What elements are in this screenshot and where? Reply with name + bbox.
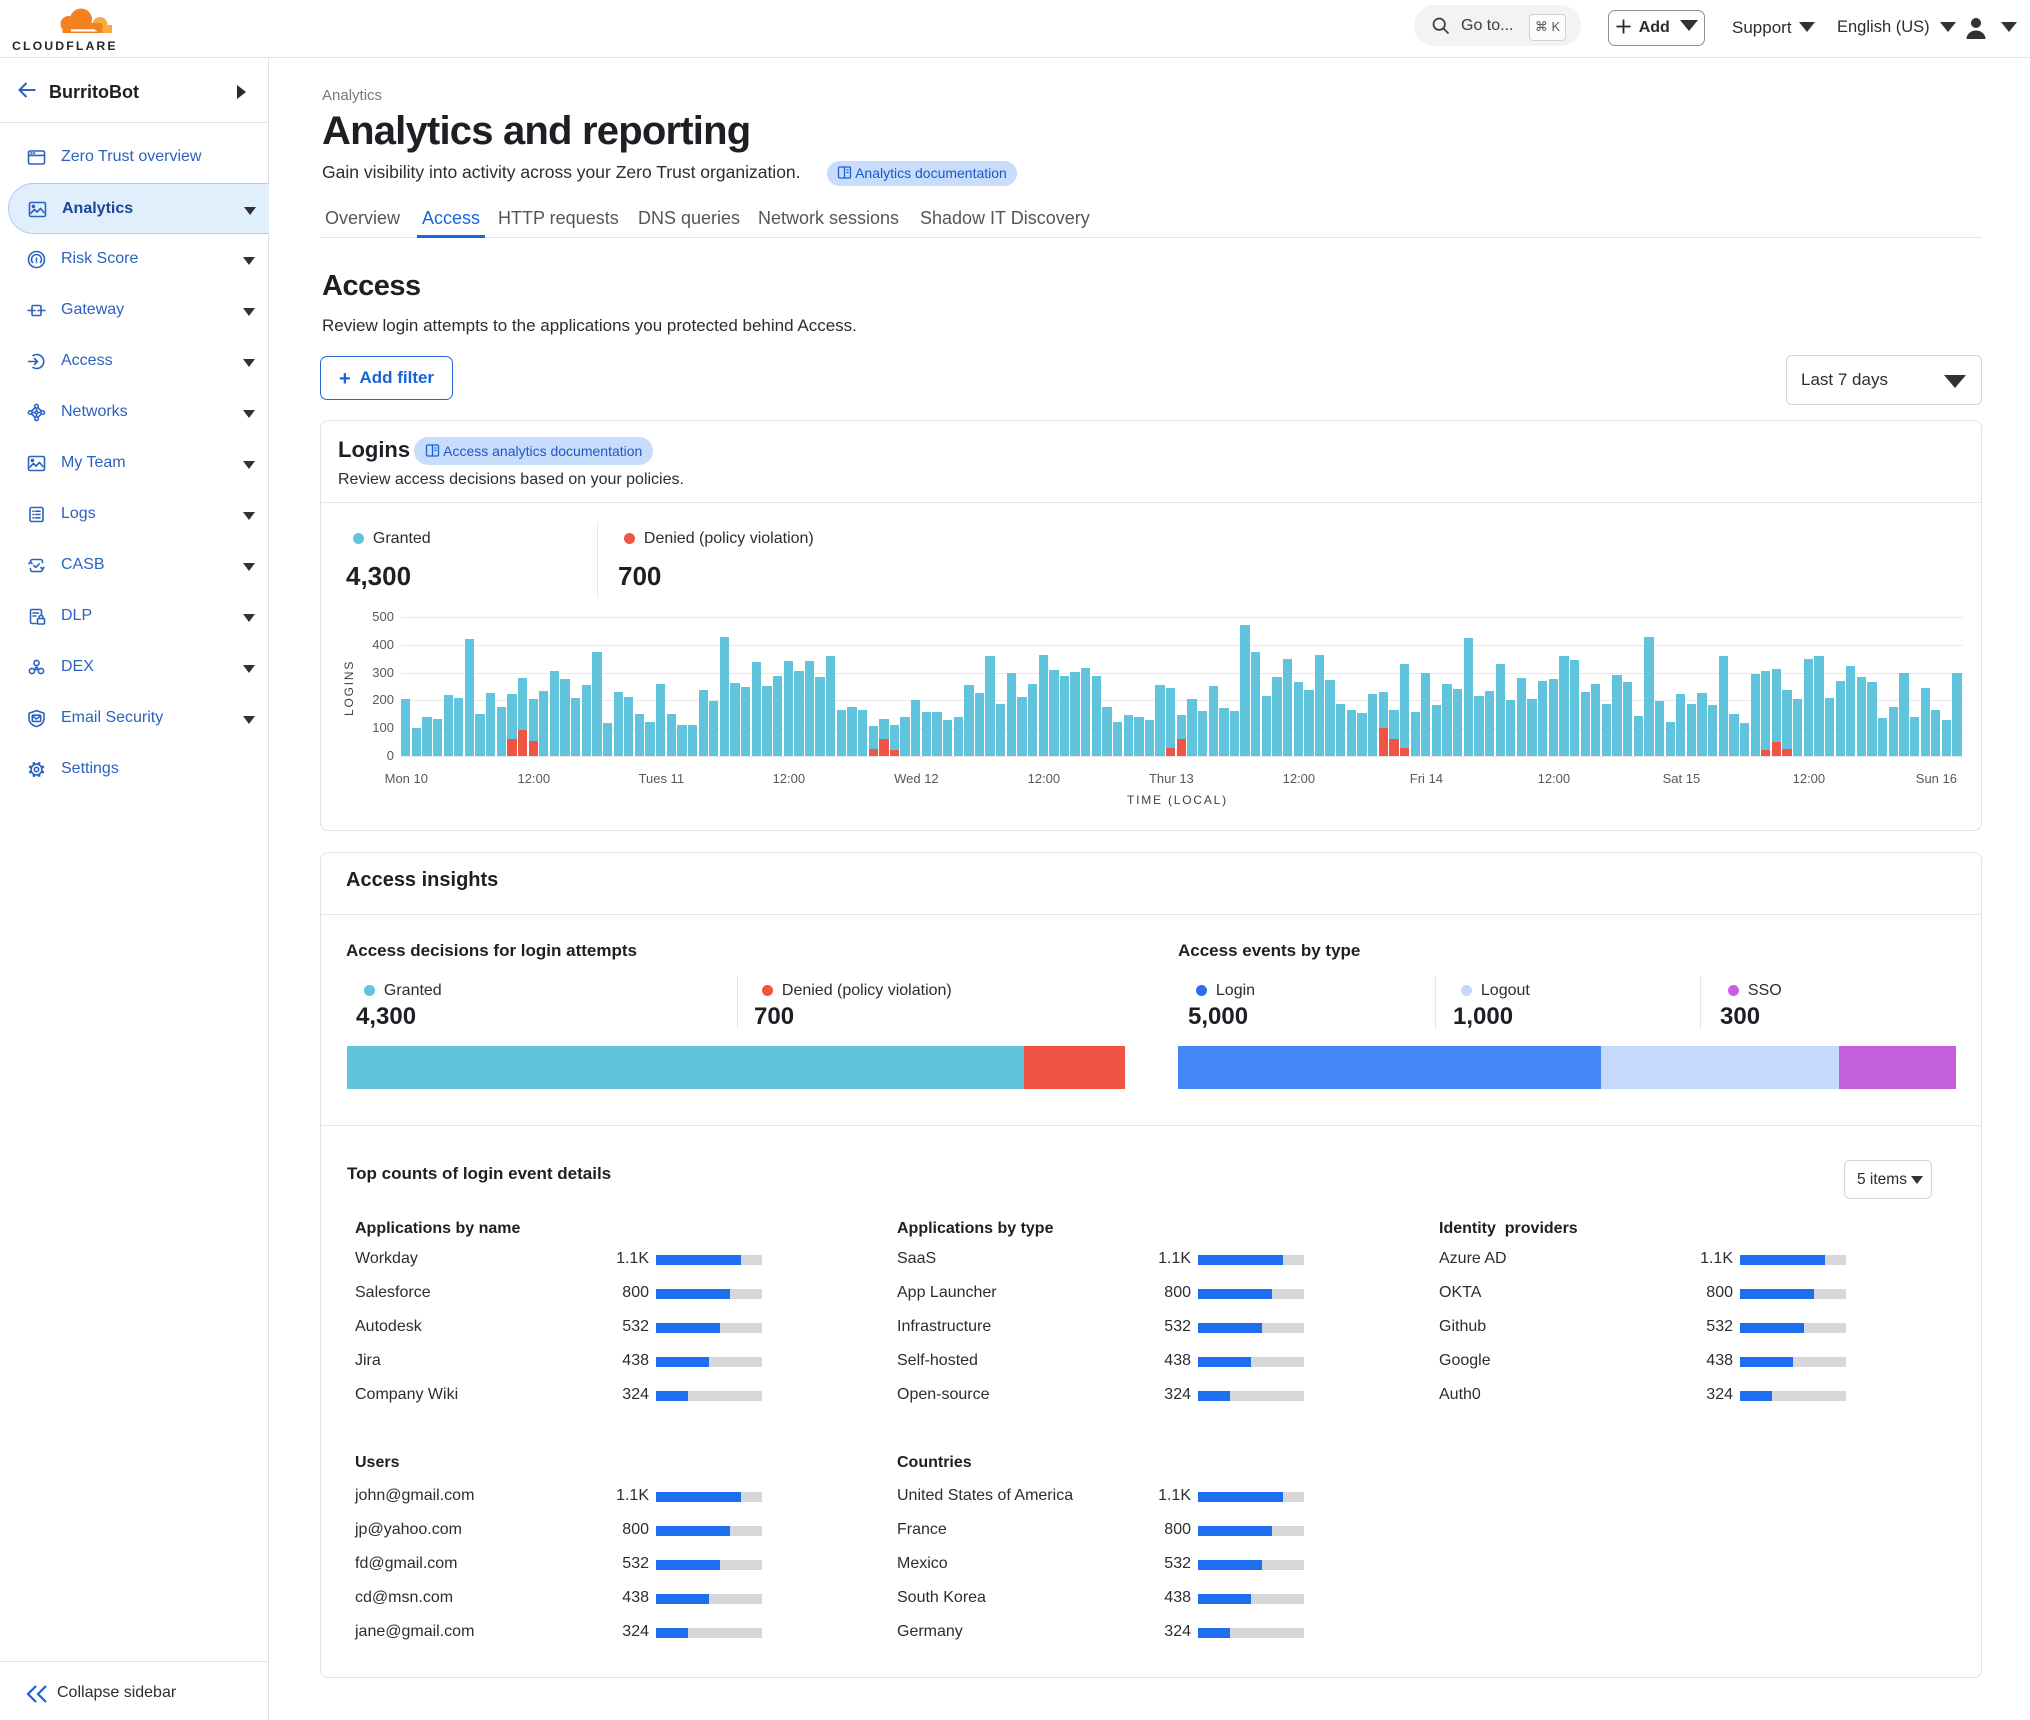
svg-text:CLOUDFLARE: CLOUDFLARE <box>12 39 115 53</box>
